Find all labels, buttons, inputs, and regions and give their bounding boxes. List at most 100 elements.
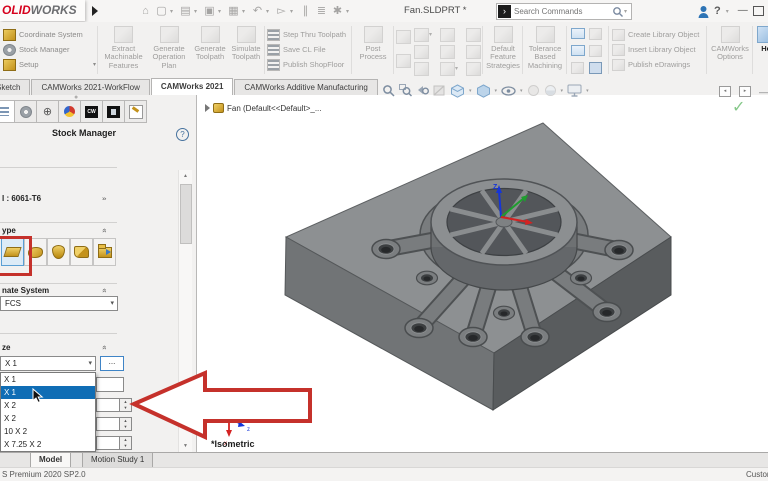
- tab-camworks-2021[interactable]: CAMWorks 2021: [151, 78, 234, 95]
- length-stepper[interactable]: ▲▼: [119, 398, 132, 412]
- stock-size-option[interactable]: X 2: [1, 399, 95, 412]
- panel-help-icon[interactable]: ?: [176, 128, 189, 141]
- split-pane-right-icon[interactable]: ▸: [739, 86, 751, 97]
- stock-size-option[interactable]: 10 X 2: [1, 425, 95, 438]
- tab-featuremanager-tree[interactable]: [0, 100, 15, 123]
- turn-feature-caret-icon[interactable]: ▾: [455, 65, 458, 72]
- graphics-viewport[interactable]: Z x y z Fan (Default<<Default>_... *Isom…: [197, 95, 768, 452]
- menu-expand-icon[interactable]: [92, 6, 98, 16]
- feature-tree-flyout[interactable]: Fan (Default<<Default>_...: [205, 103, 322, 113]
- tab-camworks-additive-manufacturing[interactable]: CAMWorks Additive Manufacturing: [234, 79, 377, 95]
- display-style-icon[interactable]: [476, 84, 491, 98]
- stock-manager-button[interactable]: Stock Manager: [3, 43, 69, 56]
- stock-type-part-file-button[interactable]: [70, 238, 93, 266]
- chamfer-feature-icon[interactable]: [466, 62, 481, 76]
- undo-icon[interactable]: ↶: [250, 2, 265, 20]
- tab-model[interactable]: Model: [30, 453, 71, 468]
- generate-operation-plan-button[interactable]: Generate Operation Plan: [148, 26, 190, 70]
- view-settings-caret-icon[interactable]: ▾: [586, 88, 589, 94]
- tree-expand-icon[interactable]: [205, 104, 210, 112]
- coordinate-system-button[interactable]: Coordinate System: [3, 28, 83, 41]
- hide-show-caret-icon[interactable]: ▾: [520, 88, 523, 94]
- help-icon[interactable]: ?: [714, 5, 721, 17]
- find-feature-icon[interactable]: [589, 45, 602, 57]
- turn-feature-icon[interactable]: [440, 62, 455, 76]
- user-account-icon[interactable]: [698, 5, 709, 18]
- tab-sketch[interactable]: Sketch: [0, 79, 30, 95]
- collapse-pane-icon[interactable]: —: [759, 87, 768, 97]
- coordinate-system-combobox[interactable]: FCS▾: [0, 296, 118, 311]
- options-caret-icon[interactable]: ▾: [346, 8, 353, 15]
- stock-size-option[interactable]: X 7.25 X 2: [1, 438, 95, 451]
- section-view-icon[interactable]: [433, 84, 446, 97]
- rebuild-icon[interactable]: ∥: [298, 2, 313, 20]
- height-field[interactable]: [96, 436, 120, 450]
- insert-library-object-button[interactable]: Insert Library Object: [612, 43, 696, 56]
- extract-machinable-features-button[interactable]: Extract Machinable Features: [101, 26, 146, 70]
- confirm-check-icon[interactable]: ✓: [732, 97, 745, 117]
- view-settings-icon[interactable]: [567, 84, 582, 97]
- maximize-button[interactable]: [753, 6, 764, 16]
- new-file-icon[interactable]: ▢: [154, 2, 169, 20]
- machine-settings-icon[interactable]: [396, 54, 411, 68]
- view-orientation-icon[interactable]: [450, 84, 465, 98]
- height-stepper[interactable]: ▲▼: [119, 436, 132, 450]
- default-feature-strategies-button[interactable]: Default Feature Strategies: [485, 26, 521, 70]
- previous-view-icon[interactable]: [416, 84, 429, 97]
- stock-type-stl-file-button[interactable]: [93, 238, 116, 266]
- options-gear-icon[interactable]: ✱: [330, 2, 345, 20]
- undo-caret-icon[interactable]: ▾: [266, 8, 273, 15]
- help-ribbon-button[interactable]: He: [756, 26, 768, 53]
- simulate-toolpath-button[interactable]: Simulate Toolpath: [229, 26, 263, 62]
- tab-propertymanager[interactable]: [14, 100, 37, 123]
- generate-toolpath-button[interactable]: Generate Toolpath: [192, 26, 228, 62]
- u-slot-icon[interactable]: [414, 62, 429, 76]
- tab-configurationmanager[interactable]: ⊕: [36, 100, 59, 123]
- stock-size-collapse-icon[interactable]: »: [100, 345, 109, 349]
- save-icon[interactable]: ▣: [202, 2, 217, 20]
- width-stepper[interactable]: ▲▼: [119, 417, 132, 431]
- stock-size-option[interactable]: X 2: [1, 412, 95, 425]
- tab-motion-study-1[interactable]: Motion Study 1: [82, 453, 153, 468]
- help-caret-icon[interactable]: ▾: [726, 8, 733, 15]
- create-library-object-button[interactable]: Create Library Object: [612, 28, 699, 41]
- size-value-field[interactable]: [96, 377, 124, 392]
- search-commands-box[interactable]: › ▾: [496, 3, 632, 20]
- edit-appearance-icon[interactable]: [527, 84, 540, 97]
- open-file-icon[interactable]: ▤: [178, 2, 193, 20]
- setup-caret-icon[interactable]: ▾: [93, 61, 96, 68]
- width-field[interactable]: [96, 417, 120, 431]
- select-caret-icon[interactable]: ▾: [290, 8, 297, 15]
- tab-camworks-tools[interactable]: [124, 100, 147, 123]
- print-icon[interactable]: ▦: [226, 2, 241, 20]
- message-window-icon[interactable]: [571, 62, 584, 74]
- save-cl-file-button[interactable]: Save CL File: [267, 43, 326, 56]
- minimize-button[interactable]: —: [738, 6, 748, 16]
- tab-dimxpertmanager[interactable]: [58, 100, 81, 123]
- tee-feature-icon[interactable]: [466, 45, 481, 59]
- search-input[interactable]: [512, 7, 612, 16]
- scrollbar-thumb[interactable]: [180, 184, 192, 244]
- tab-camworks-feature-tree[interactable]: CW: [80, 100, 103, 123]
- stock-type-collapse-icon[interactable]: »: [100, 228, 109, 232]
- stock-type-cylinder-button[interactable]: [47, 238, 70, 266]
- save-caret-icon[interactable]: ▾: [218, 8, 225, 15]
- edit-definition-icon[interactable]: [589, 62, 602, 74]
- new-mill-part-icon[interactable]: [414, 28, 429, 42]
- stock-size-option[interactable]: X 1: [1, 373, 95, 386]
- display-style-caret-icon[interactable]: ▾: [495, 88, 498, 94]
- camworks-options-button[interactable]: CAMWorks Options: [710, 26, 750, 62]
- print-caret-icon[interactable]: ▾: [242, 8, 249, 15]
- publish-shopfloor-button[interactable]: Publish ShopFloor: [267, 58, 344, 71]
- browse-button[interactable]: ...: [100, 356, 124, 371]
- new-file-caret-icon[interactable]: ▾: [170, 8, 177, 15]
- zoom-to-fit-icon[interactable]: [382, 84, 395, 97]
- publish-edrawings-button[interactable]: Publish eDrawings: [612, 58, 690, 71]
- panel-scrollbar[interactable]: ▲ ▼: [178, 170, 192, 452]
- apply-scene-icon[interactable]: [544, 84, 557, 97]
- search-magnifier-icon[interactable]: [612, 6, 624, 18]
- material-collapse-icon[interactable]: »: [102, 195, 106, 202]
- post-process-button[interactable]: Post Process: [355, 26, 391, 62]
- stock-size-option-selected[interactable]: X 1: [1, 386, 95, 399]
- stock-size-combobox[interactable]: X 1▾: [0, 356, 96, 371]
